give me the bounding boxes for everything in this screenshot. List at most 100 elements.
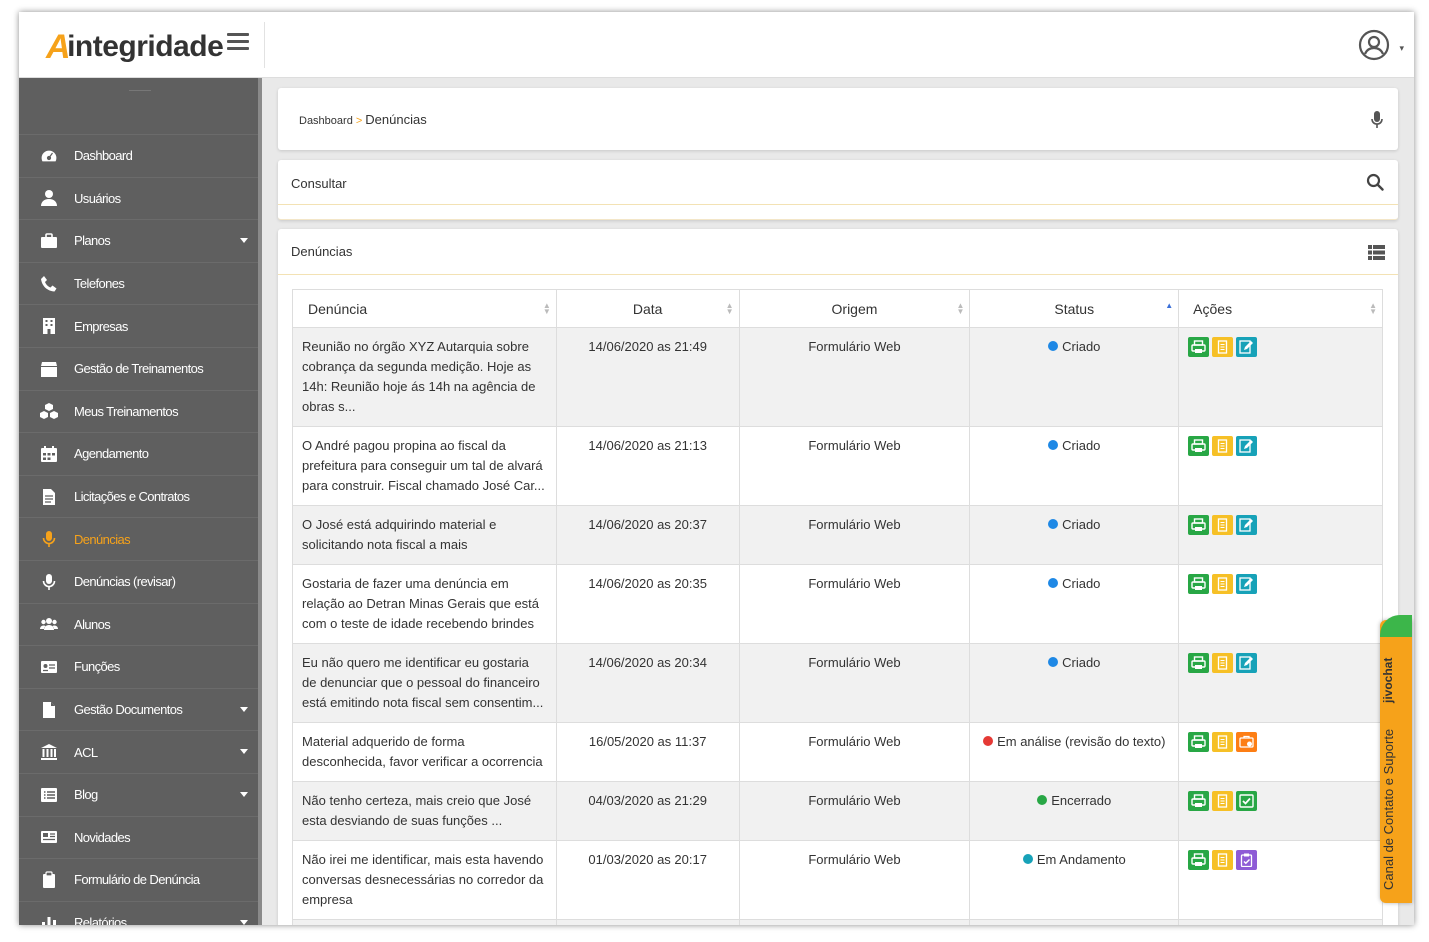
list-view-icon[interactable] xyxy=(1368,245,1385,260)
status-dot xyxy=(1048,657,1059,667)
dashboard-icon xyxy=(39,146,59,166)
print-button[interactable] xyxy=(1188,515,1210,535)
search-icon[interactable] xyxy=(1366,173,1384,191)
details-button[interactable] xyxy=(1212,337,1234,357)
user-menu-button[interactable]: ▾ xyxy=(1358,29,1404,61)
table-row[interactable]: O André pagou propina ao fiscal da prefe… xyxy=(292,426,1383,506)
sidebar-item-calendar[interactable]: Agendamento xyxy=(19,432,262,475)
print-button[interactable] xyxy=(1188,732,1210,752)
check-button[interactable] xyxy=(1236,791,1258,811)
hamburger-icon[interactable] xyxy=(227,33,249,51)
sidebar-item-user[interactable]: Usuários xyxy=(19,176,262,220)
print-button[interactable] xyxy=(1188,436,1210,456)
cell-acoes xyxy=(1178,919,1383,925)
sidebar-item-briefcase[interactable]: Planos xyxy=(19,219,262,262)
table-header-row: Denúncia ▲ ▼ Data ▲ ▼ Origem ▲ ▼ Status ▲ Ações… xyxy=(292,289,1383,328)
sidebar-item-cubes[interactable]: Meus Treinamentos xyxy=(19,389,262,433)
box-icon xyxy=(39,359,59,379)
sidebar: Dashboard Usuários Planos Telefones Empresas… xyxy=(19,78,262,925)
chat-widget-tab[interactable]: jivochat Canal de Contato e Suporte xyxy=(1380,615,1412,903)
sidebar-item-dashboard[interactable]: Dashboard xyxy=(19,134,262,177)
edit-button[interactable] xyxy=(1236,337,1258,357)
column-header-data[interactable]: Data ▲ ▼ xyxy=(555,289,740,328)
status-badge: Criado xyxy=(1062,339,1101,354)
user-circle-icon xyxy=(1358,29,1390,61)
sidebar-item-file[interactable]: Licitações e Contratos xyxy=(19,474,262,518)
sidebar-item-label: Licitações e Contratos xyxy=(74,489,190,505)
print-button[interactable] xyxy=(1188,653,1210,673)
cell-denuncia: Não tenho certeza, mais creio que José e… xyxy=(292,781,557,841)
table-row[interactable]: Não tenho certeza, mais creio que José e… xyxy=(292,781,1383,841)
building-icon xyxy=(39,316,59,336)
sidebar-item-clipboard[interactable]: Formulário de Denúncia xyxy=(19,858,262,901)
column-header-acoes[interactable]: Ações ▲ ▼ xyxy=(1178,289,1383,328)
sidebar-item-microphone-alt[interactable]: Denúncias (revisar) xyxy=(19,559,262,603)
sidebar-item-users[interactable]: Alunos xyxy=(19,602,262,646)
brand-logo[interactable]: Aintegridade xyxy=(46,26,224,66)
sort-ascending-icon: ▲ xyxy=(1165,301,1174,310)
print-button[interactable] xyxy=(1188,850,1210,870)
user-icon xyxy=(39,188,59,208)
table-row[interactable]: O José está adquirindo material e solici… xyxy=(292,505,1383,565)
cell-status: Criado xyxy=(969,643,1180,723)
sidebar-item-chart[interactable]: Relatórios xyxy=(19,900,262,925)
cell-acoes xyxy=(1178,781,1383,841)
details-button[interactable] xyxy=(1212,850,1234,870)
cell-status: Criado xyxy=(969,505,1180,565)
breadcrumb-root-link[interactable]: Dashboard xyxy=(299,115,353,127)
caret-down-icon xyxy=(240,749,248,755)
newspaper-icon xyxy=(39,827,59,847)
table-row[interactable]: Material adquerido de forma desconhecida… xyxy=(292,722,1383,782)
sidebar-item-label: Relatórios xyxy=(74,914,127,925)
status-dot xyxy=(1048,578,1059,588)
status-badge: Criado xyxy=(1062,438,1101,453)
sidebar-item-institution[interactable]: ACL xyxy=(19,730,262,773)
details-button[interactable] xyxy=(1212,653,1234,673)
sidebar-item-list-alt[interactable]: Blog xyxy=(19,772,262,816)
edit-button[interactable] xyxy=(1236,515,1258,535)
breadcrumb-current: Denúncias xyxy=(365,112,427,127)
column-header-origem[interactable]: Origem ▲ ▼ xyxy=(738,289,971,328)
cell-data: 14/06/2020 as 21:49 xyxy=(555,327,740,427)
sidebar-item-microphone[interactable]: Denúncias xyxy=(19,517,262,560)
details-button[interactable] xyxy=(1212,732,1234,752)
cell-status: Encerrado xyxy=(969,919,1180,925)
table-row[interactable]: Eu não quero me identificar eu gostaria … xyxy=(292,643,1383,723)
table-row[interactable]: Reunião no órgão XYZ Autarquia sobre cob… xyxy=(292,327,1383,427)
status-badge: Em análise (revisão do texto) xyxy=(997,734,1166,749)
table-row[interactable]: Funcionários recebendo brinde ao facilit… xyxy=(292,919,1383,925)
edit-button[interactable] xyxy=(1236,653,1258,673)
edit-button[interactable] xyxy=(1236,436,1258,456)
cell-denuncia: Eu não quero me identificar eu gostaria … xyxy=(292,643,557,723)
sidebar-scrollbar[interactable] xyxy=(258,78,262,925)
column-header-denuncia[interactable]: Denúncia ▲ ▼ xyxy=(292,289,557,328)
print-button[interactable] xyxy=(1188,791,1210,811)
table-row[interactable]: Gostaria de fazer uma denúncia em relaçã… xyxy=(292,564,1383,644)
sidebar-item-building[interactable]: Empresas xyxy=(19,304,262,347)
details-button[interactable] xyxy=(1212,791,1234,811)
clipboard-button[interactable] xyxy=(1236,850,1258,870)
details-button[interactable] xyxy=(1212,515,1234,535)
edit-button[interactable] xyxy=(1236,574,1258,594)
list-panel-title: Denúncias xyxy=(291,244,353,259)
status-badge: Criado xyxy=(1062,655,1101,670)
print-button[interactable] xyxy=(1188,574,1210,594)
panel-divider xyxy=(278,274,1398,275)
sidebar-item-document[interactable]: Gestão Documentos xyxy=(19,687,262,731)
table-row[interactable]: Não irei me identificar, mais esta haven… xyxy=(292,840,1383,920)
sidebar-item-box[interactable]: Gestão de Treinamentos xyxy=(19,346,262,390)
sidebar-item-newspaper[interactable]: Novidades xyxy=(19,815,262,859)
app-window: Aintegridade ▾ Dashboard Usuários Planos Te… xyxy=(19,12,1414,925)
cell-acoes xyxy=(1178,564,1383,644)
details-button[interactable] xyxy=(1212,436,1234,456)
review-button[interactable] xyxy=(1236,732,1258,752)
sidebar-item-phone[interactable]: Telefones xyxy=(19,261,262,305)
status-badge: Encerrado xyxy=(1051,793,1112,808)
sidebar-item-label: Dashboard xyxy=(74,148,133,164)
details-button[interactable] xyxy=(1212,574,1234,594)
search-panel-title[interactable]: Consultar xyxy=(291,176,347,191)
sidebar-item-id-card[interactable]: Funções xyxy=(19,645,262,688)
column-header-status[interactable]: Status ▲ xyxy=(969,289,1180,328)
print-button[interactable] xyxy=(1188,337,1210,357)
cell-acoes xyxy=(1178,327,1383,427)
